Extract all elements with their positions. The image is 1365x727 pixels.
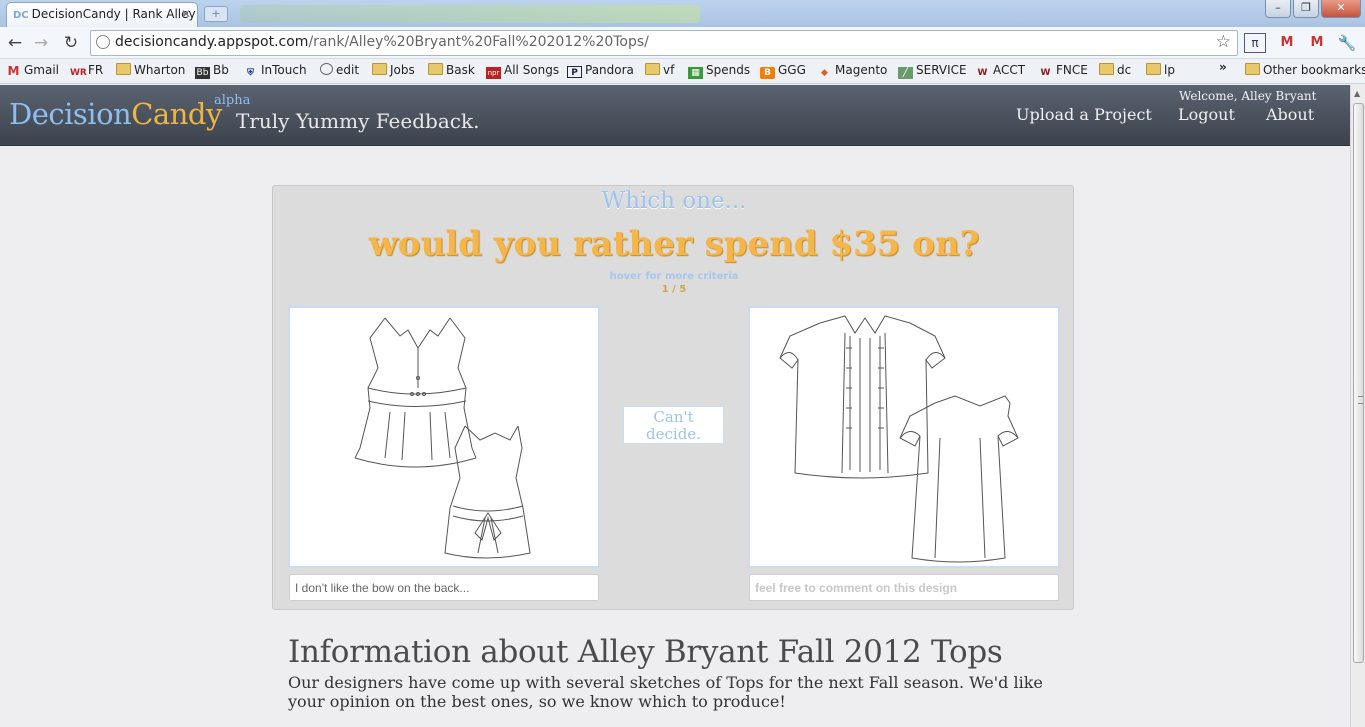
info-title: Information about Alley Bryant Fall 2012… bbox=[288, 634, 1003, 670]
scroll-up-icon[interactable]: ▲ bbox=[1354, 89, 1360, 98]
choice-left-sleeveless-top[interactable] bbox=[288, 306, 600, 568]
back-arrow-icon[interactable]: ← bbox=[4, 32, 26, 54]
bookmark-other[interactable]: Other bookmarks bbox=[1245, 63, 1365, 77]
bookmark-ggg[interactable]: B GGG bbox=[760, 63, 806, 79]
right-comment-input[interactable] bbox=[749, 574, 1059, 601]
more-criteria-link[interactable]: hover for more criteria bbox=[273, 271, 1075, 282]
tagline: Truly Yummy Feedback. bbox=[236, 109, 480, 133]
bookmark-fr[interactable]: WRFR bbox=[70, 63, 103, 79]
forward-arrow-icon[interactable]: → bbox=[30, 32, 52, 54]
bookmark-service[interactable]: ╱ SERVICE bbox=[898, 63, 967, 79]
ruffle-blouse-sketch bbox=[779, 315, 1019, 563]
nav-logout[interactable]: Logout bbox=[1178, 105, 1235, 124]
site-logo[interactable]: DecisionCandy bbox=[9, 97, 222, 131]
bookmark-acct[interactable]: W ACCT bbox=[975, 63, 1026, 79]
tab-title: DecisionCandy | Rank Alley bbox=[31, 7, 196, 21]
new-tab-button[interactable]: + bbox=[204, 6, 228, 22]
browser-toolbar: ← → ↻ decisioncandy.appspot.com/rank/All… bbox=[0, 27, 1365, 59]
background-tab[interactable] bbox=[240, 5, 700, 23]
wr-icon: WR bbox=[70, 68, 87, 78]
bookmark-magento[interactable]: ◆ Magento bbox=[817, 63, 887, 79]
bookmark-pandora[interactable]: P Pandora bbox=[567, 63, 634, 78]
bookmark-dc[interactable]: dc bbox=[1099, 63, 1131, 77]
globe-icon bbox=[96, 35, 110, 49]
bookmark-all-songs[interactable]: npr All Songs bbox=[486, 63, 559, 79]
maximize-icon[interactable]: ❐ bbox=[1293, 0, 1319, 18]
which-one-heading: Which one... bbox=[601, 188, 747, 214]
bookmark-lp[interactable]: lp bbox=[1146, 63, 1175, 77]
nav-about[interactable]: About bbox=[1266, 105, 1314, 124]
browser-tab-active[interactable]: DC DecisionCandy | Rank Alley ✕ bbox=[6, 2, 198, 27]
bookmark-vf[interactable]: vf bbox=[645, 63, 674, 77]
spreadsheet-icon: ▦ bbox=[688, 67, 703, 79]
bookmarks-overflow-chevron-icon[interactable]: » bbox=[1219, 60, 1227, 74]
bookmark-wharton[interactable]: Wharton bbox=[116, 63, 185, 77]
address-bar[interactable]: decisioncandy.appspot.com/rank/Alley%20B… bbox=[90, 30, 1238, 56]
wharton-icon: W bbox=[977, 68, 988, 78]
magento-icon: ◆ bbox=[821, 68, 828, 78]
wharton-icon: W bbox=[1040, 68, 1051, 78]
site-header: DecisionCandy alpha Truly Yummy Feedback… bbox=[0, 85, 1350, 146]
close-window-icon[interactable]: ✕ bbox=[1321, 0, 1361, 18]
cant-decide-button[interactable]: Can't decide. bbox=[623, 406, 724, 444]
gmail-checker-icon[interactable]: M bbox=[1306, 32, 1328, 54]
gmail-icon: M bbox=[7, 64, 20, 78]
bookmark-jobs[interactable]: Jobs bbox=[372, 63, 415, 77]
blogger-icon: B bbox=[760, 67, 775, 79]
page-scrollbar[interactable]: ▲ bbox=[1350, 85, 1365, 727]
url-host: decisioncandy.appspot.com bbox=[115, 34, 309, 50]
gmail-notifier-icon[interactable]: M bbox=[1276, 32, 1298, 54]
rank-panel: Which one... would you rather spend $35 … bbox=[272, 185, 1074, 610]
scrollbar-thumb[interactable] bbox=[1353, 103, 1364, 663]
bookmark-gmail[interactable]: M Gmail bbox=[6, 63, 60, 78]
question-heading: would you rather spend $35 on? bbox=[368, 224, 980, 264]
url-path: /rank/Alley%20Bryant%20Fall%202012%20Top… bbox=[308, 34, 649, 50]
sleeveless-top-sketch bbox=[354, 317, 531, 559]
folder-icon bbox=[116, 63, 131, 75]
bookmarks-bar: M Gmail WRFR Wharton Bb Bb ⛨ InTouch edit J… bbox=[0, 59, 1365, 84]
globe-icon bbox=[320, 63, 333, 75]
bookmark-bb[interactable]: Bb Bb bbox=[195, 63, 229, 79]
browser-titlebar: DC DecisionCandy | Rank Alley ✕ + – ❐ ✕ bbox=[0, 0, 1365, 27]
tab-close-icon[interactable]: ✕ bbox=[181, 7, 191, 21]
npr-icon: npr bbox=[486, 67, 501, 79]
wrench-icon[interactable]: 🔧 bbox=[1336, 32, 1358, 54]
folder-icon bbox=[1245, 63, 1260, 75]
penn-icon: ⛨ bbox=[247, 68, 254, 78]
folder-icon bbox=[372, 63, 387, 75]
progress-counter: 1 / 5 bbox=[661, 284, 687, 295]
minimize-icon[interactable]: – bbox=[1265, 0, 1291, 18]
alpha-badge: alpha bbox=[214, 93, 251, 108]
pandora-icon: P bbox=[567, 66, 582, 78]
bookmark-edit[interactable]: edit bbox=[320, 63, 359, 77]
bookmark-spends[interactable]: ▦ Spends bbox=[688, 63, 750, 79]
folder-icon bbox=[1099, 63, 1114, 75]
folder-icon bbox=[645, 63, 660, 75]
welcome-text: Welcome, Alley Bryant bbox=[1179, 89, 1317, 103]
window-controls: – ❐ ✕ bbox=[1265, 0, 1361, 18]
folder-icon bbox=[1146, 63, 1161, 75]
left-comment-input[interactable] bbox=[289, 574, 599, 601]
bookmark-intouch[interactable]: ⛨ InTouch bbox=[243, 63, 306, 79]
decisioncandy-favicon-icon: DC bbox=[13, 10, 29, 21]
reload-icon[interactable]: ↻ bbox=[60, 32, 82, 54]
bookmark-fnce[interactable]: W FNCE bbox=[1038, 63, 1088, 79]
service-icon: ╱ bbox=[898, 67, 913, 79]
choice-right-ruffle-blouse[interactable] bbox=[748, 306, 1060, 568]
info-body: Our designers have come up with several … bbox=[288, 673, 1043, 711]
bookmark-star-icon[interactable]: ☆ bbox=[1216, 32, 1231, 52]
folder-icon bbox=[428, 63, 443, 75]
pi-extension-icon[interactable]: π bbox=[1244, 33, 1266, 53]
blackboard-icon: Bb bbox=[195, 67, 210, 79]
nav-upload-project[interactable]: Upload a Project bbox=[1016, 105, 1152, 124]
bookmark-bask[interactable]: Bask bbox=[428, 63, 475, 77]
